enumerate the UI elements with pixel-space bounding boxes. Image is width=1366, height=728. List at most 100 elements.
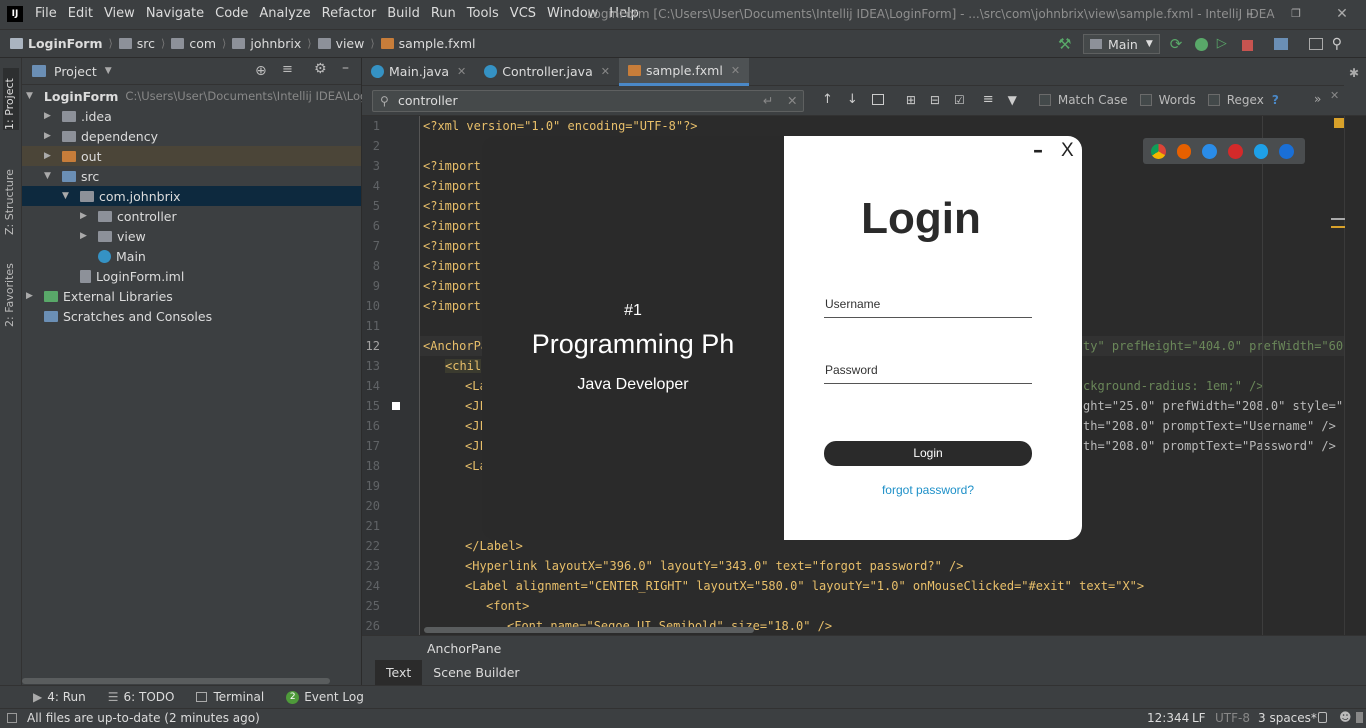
- clear-search-icon[interactable]: ✕: [787, 91, 797, 111]
- caret-position[interactable]: 12:344: [1147, 711, 1189, 725]
- tool-todo[interactable]: ☰ 6: TODO: [108, 690, 175, 704]
- tab-sample-fxml[interactable]: sample.fxml ✕: [618, 57, 750, 86]
- close-find-icon[interactable]: ✕: [1330, 89, 1339, 102]
- file-encoding[interactable]: UTF-8: [1215, 711, 1250, 725]
- layout-icon[interactable]: [1308, 38, 1323, 50]
- occurrence-mark[interactable]: [1331, 218, 1345, 220]
- minimize-button[interactable]: –: [1033, 138, 1043, 162]
- tree-item-dependency[interactable]: ▶ dependency: [22, 126, 361, 146]
- collapse-all-icon[interactable]: ≡: [282, 62, 293, 77]
- tree-item-main[interactable]: Main: [22, 246, 361, 266]
- breadcrumb-src[interactable]: src ⟩: [118, 36, 165, 51]
- chevron-down-icon[interactable]: ▼: [105, 66, 112, 76]
- tree-item-loginform[interactable]: ▼ LoginForm C:\Users\User\Documents\Intell…: [22, 86, 378, 106]
- project-view-select[interactable]: Project: [54, 64, 97, 79]
- close-button[interactable]: X: [1061, 140, 1074, 162]
- tab-text[interactable]: Text: [375, 660, 423, 685]
- debug-bug-icon[interactable]: [1194, 37, 1208, 51]
- tool-tab-favorites[interactable]: 2: Favorites: [3, 251, 19, 327]
- tab-scene-builder[interactable]: Scene Builder: [422, 660, 530, 685]
- select-all-occurrences-icon[interactable]: [871, 94, 884, 105]
- locate-target-icon[interactable]: ⊕: [255, 63, 267, 79]
- editor-horizontal-scrollbar[interactable]: [424, 627, 754, 633]
- restore-window-icon[interactable]: ❐: [1286, 4, 1306, 24]
- menu-view[interactable]: View: [104, 6, 135, 21]
- line-separator[interactable]: LF: [1192, 711, 1206, 725]
- breadcrumb-com[interactable]: com ⟩: [171, 36, 226, 51]
- multiline-icon[interactable]: ≡: [983, 92, 994, 107]
- safari-icon[interactable]: [1202, 143, 1218, 159]
- menu-tools[interactable]: Tools: [467, 6, 499, 21]
- menu-file[interactable]: File: [35, 6, 57, 21]
- words-checkbox[interactable]: Words: [1139, 93, 1196, 107]
- chrome-icon[interactable]: [1151, 143, 1166, 159]
- build-hammer-icon[interactable]: ⚒: [1058, 36, 1074, 52]
- login-button[interactable]: Login: [824, 441, 1032, 466]
- opera-icon[interactable]: [1228, 143, 1243, 159]
- lock-icon[interactable]: [1318, 712, 1327, 723]
- project-structure-icon[interactable]: [1273, 38, 1288, 50]
- run-config-select[interactable]: Main ▼: [1083, 34, 1160, 54]
- menu-run[interactable]: Run: [431, 6, 456, 21]
- breadcrumb-project[interactable]: LoginForm ⟩: [10, 36, 113, 51]
- tool-tab-project[interactable]: 1: Project: [3, 68, 19, 130]
- indent-setting[interactable]: 3 spaces*: [1258, 711, 1317, 725]
- menu-build[interactable]: Build: [387, 6, 420, 21]
- menu-edit[interactable]: Edit: [68, 6, 93, 21]
- menu-navigate[interactable]: Navigate: [146, 6, 204, 21]
- tree-item-loginform-iml[interactable]: LoginForm.iml: [22, 266, 361, 286]
- breadcrumb-sample-fxml[interactable]: sample.fxml: [380, 36, 476, 51]
- next-occurrence-icon[interactable]: ↓: [847, 92, 858, 107]
- inspector-icon[interactable]: ☻: [1339, 710, 1352, 724]
- tool-terminal[interactable]: Terminal: [196, 690, 264, 704]
- breadcrumb-anchorpane[interactable]: AnchorPane: [427, 641, 501, 656]
- menu-code[interactable]: Code: [215, 6, 248, 21]
- close-tab-icon[interactable]: ✕: [601, 65, 610, 78]
- minimize-window-icon[interactable]: –: [1240, 4, 1260, 24]
- more-options-icon[interactable]: »: [1314, 92, 1321, 106]
- username-field[interactable]: Username: [825, 297, 880, 311]
- internet-explorer-icon[interactable]: [1253, 143, 1269, 159]
- occurrence-mark[interactable]: [1331, 226, 1345, 228]
- ant-build-icon[interactable]: ✱: [1349, 66, 1359, 80]
- tab-main-java[interactable]: Main.java ✕: [362, 58, 475, 86]
- menu-refactor[interactable]: Refactor: [322, 6, 377, 21]
- tree-item-controller[interactable]: ▶ controller: [22, 206, 361, 226]
- close-tab-icon[interactable]: ✕: [731, 64, 740, 77]
- tool-event-log[interactable]: 2 Event Log: [286, 690, 364, 704]
- edge-icon[interactable]: [1279, 143, 1295, 159]
- gear-icon[interactable]: ⚙: [314, 61, 327, 77]
- analysis-status-icon[interactable]: [1334, 118, 1344, 128]
- tree-item-out[interactable]: ▶ out: [22, 146, 361, 166]
- tree-item-src[interactable]: ▼ src: [22, 166, 361, 186]
- regex-help-link[interactable]: ?: [1272, 93, 1279, 107]
- filter-icon[interactable]: ▼: [1008, 93, 1017, 107]
- tree-item-idea[interactable]: ▶ .idea: [22, 106, 361, 126]
- password-field[interactable]: Password: [825, 363, 878, 377]
- notifications-icon[interactable]: [1356, 712, 1363, 723]
- tab-controller-java[interactable]: Controller.java ✕: [475, 58, 619, 86]
- select-occurrences-icon[interactable]: ☑: [954, 93, 965, 107]
- status-toggle-icon[interactable]: [7, 713, 17, 723]
- stop-icon[interactable]: [1241, 39, 1253, 51]
- run-coverage-icon[interactable]: ▷: [1217, 36, 1233, 52]
- new-line-icon[interactable]: ↵: [763, 91, 773, 111]
- horizontal-scrollbar[interactable]: [22, 678, 330, 684]
- forgot-password-link[interactable]: forgot password?: [824, 483, 1032, 497]
- remove-selection-icon[interactable]: ⊟: [930, 93, 940, 107]
- breadcrumb-view[interactable]: view ⟩: [317, 36, 375, 51]
- rerun-icon[interactable]: ⟳: [1170, 36, 1186, 52]
- regex-checkbox[interactable]: Regex: [1207, 93, 1264, 107]
- previous-occurrence-icon[interactable]: ↑: [822, 92, 833, 107]
- search-everywhere-icon[interactable]: ⚲: [1332, 36, 1348, 52]
- tree-item-external-libraries[interactable]: ▶ External Libraries: [22, 286, 361, 306]
- menu-analyze[interactable]: Analyze: [259, 6, 310, 21]
- tree-item-com-johnbrix[interactable]: ▼ com.johnbrix: [22, 186, 361, 206]
- firefox-icon[interactable]: [1176, 143, 1192, 159]
- tool-run[interactable]: ▶ 4: Run: [33, 690, 86, 704]
- tool-tab-structure[interactable]: Z: Structure: [3, 153, 19, 235]
- hide-panel-icon[interactable]: –: [342, 60, 349, 76]
- search-input[interactable]: ⚲ controller ↵ ✕: [372, 90, 804, 112]
- match-case-checkbox[interactable]: Match Case: [1038, 93, 1128, 107]
- close-window-icon[interactable]: ✕: [1332, 4, 1352, 24]
